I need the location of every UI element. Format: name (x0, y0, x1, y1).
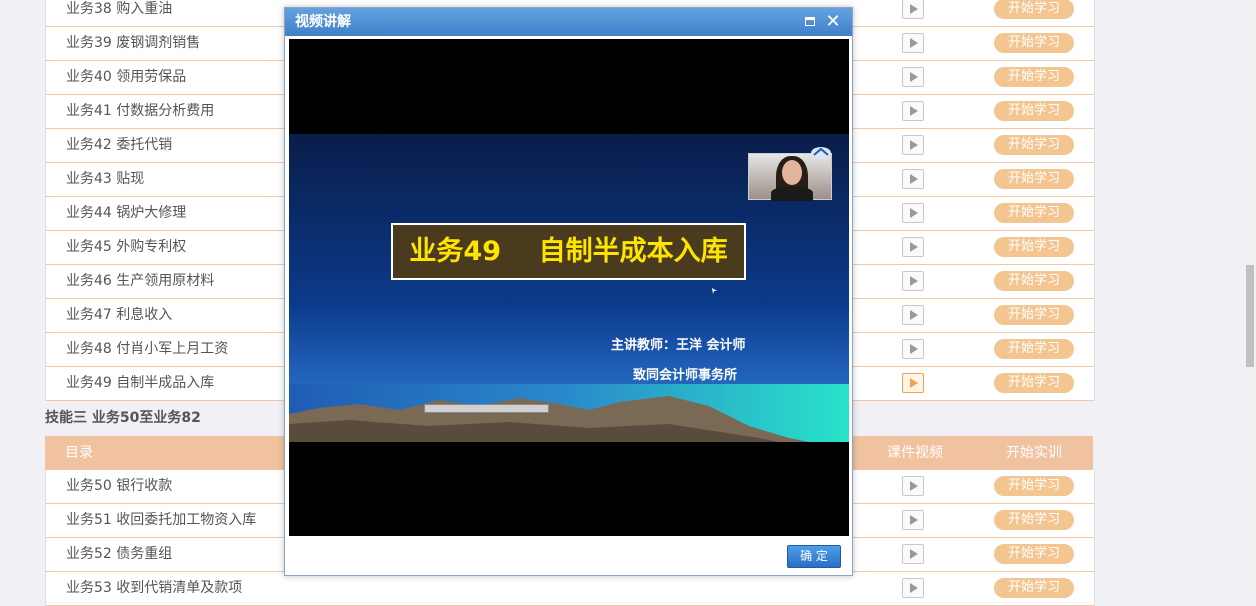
task-label: 业务48 付肖小军上月工资 (66, 341, 229, 357)
start-study-button[interactable]: 开始学习 (994, 476, 1074, 496)
task-label: 业务40 领用劳保品 (66, 69, 187, 85)
task-label: 业务45 外购专利权 (66, 239, 187, 255)
section-title: 技能三 业务50至业务82 (45, 410, 201, 426)
presenter-face (782, 160, 802, 185)
play-video-icon[interactable] (902, 578, 924, 598)
start-study-button[interactable]: 开始学习 (994, 67, 1074, 87)
task-label: 业务38 购入重油 (66, 1, 173, 17)
task-label: 业务39 废钢调剂销售 (66, 35, 201, 51)
play-video-icon[interactable] (902, 169, 924, 189)
confirm-button[interactable]: 确 定 (787, 545, 841, 568)
play-video-icon[interactable] (902, 271, 924, 291)
task-label: 业务49 自制半成品入库 (66, 375, 215, 391)
play-video-icon[interactable] (902, 373, 924, 393)
play-video-icon[interactable] (902, 476, 924, 496)
start-study-button[interactable]: 开始学习 (994, 237, 1074, 257)
task-label: 业务46 生产领用原材料 (66, 273, 215, 289)
task-label: 业务51 收回委托加工物资入库 (66, 512, 257, 528)
presenter-body (771, 187, 813, 201)
slide-firm: 致同会计师事务所 (633, 368, 738, 383)
task-label: 业务50 银行收款 (66, 478, 173, 494)
start-study-button[interactable]: 开始学习 (994, 203, 1074, 223)
page-scrollbar[interactable] (1244, 0, 1256, 590)
mouse-cursor-icon (712, 288, 717, 294)
scrollbar-thumb[interactable] (1246, 265, 1254, 367)
play-video-icon[interactable] (902, 237, 924, 257)
start-study-button[interactable]: 开始学习 (994, 339, 1074, 359)
slide-title: 业务49 自制半成本入库 (391, 223, 746, 280)
close-icon[interactable]: ✕ (823, 10, 843, 34)
dialog-titlebar[interactable]: 视频讲解 ✕ (285, 8, 852, 36)
start-study-button[interactable]: 开始学习 (994, 305, 1074, 325)
mini-toolbar (424, 404, 549, 413)
start-study-button[interactable]: 开始学习 (994, 578, 1074, 598)
task-label: 业务52 债务重组 (66, 546, 173, 562)
start-study-button[interactable]: 开始学习 (994, 169, 1074, 189)
table-row: 业务53 收到代销清单及款项 开始学习 (46, 572, 1094, 606)
task-label: 业务44 锅炉大修理 (66, 205, 187, 221)
task-label: 业务47 利息收入 (66, 307, 173, 323)
start-study-button[interactable]: 开始学习 (994, 544, 1074, 564)
presenter-webcam (748, 153, 832, 201)
header-video: 课件视频 (887, 445, 943, 461)
task-label: 业务53 收到代销清单及款项 (66, 580, 243, 596)
start-study-button[interactable]: 开始学习 (994, 271, 1074, 291)
play-video-icon[interactable] (902, 135, 924, 155)
video-dialog: 视频讲解 ✕ 业务49 自制半成本入库 主讲教师：王洋 会计师 致同会计师事务所 (284, 7, 853, 576)
task-label: 业务42 委托代销 (66, 137, 173, 153)
start-study-button[interactable]: 开始学习 (994, 33, 1074, 53)
play-video-icon[interactable] (902, 0, 924, 19)
play-video-icon[interactable] (902, 510, 924, 530)
logo-badge-icon (811, 147, 831, 159)
start-study-button[interactable]: 开始学习 (994, 373, 1074, 393)
task-label: 业务43 贴现 (66, 171, 145, 187)
header-practice: 开始实训 (1006, 445, 1062, 461)
start-study-button[interactable]: 开始学习 (994, 135, 1074, 155)
task-label: 业务41 付数据分析费用 (66, 103, 215, 119)
play-video-icon[interactable] (902, 339, 924, 359)
maximize-icon[interactable] (805, 17, 815, 26)
slide-teacher: 主讲教师：王洋 会计师 (611, 338, 746, 353)
play-video-icon[interactable] (902, 67, 924, 87)
start-study-button[interactable]: 开始学习 (994, 510, 1074, 530)
play-video-icon[interactable] (902, 101, 924, 121)
header-catalog: 目录 (65, 445, 93, 461)
start-study-button[interactable]: 开始学习 (994, 0, 1074, 19)
play-video-icon[interactable] (902, 33, 924, 53)
play-video-icon[interactable] (902, 544, 924, 564)
play-video-icon[interactable] (902, 203, 924, 223)
lecture-slide: 业务49 自制半成本入库 主讲教师：王洋 会计师 致同会计师事务所 (289, 134, 849, 442)
play-video-icon[interactable] (902, 305, 924, 325)
dialog-title: 视频讲解 (295, 14, 351, 30)
start-study-button[interactable]: 开始学习 (994, 101, 1074, 121)
video-player[interactable]: 业务49 自制半成本入库 主讲教师：王洋 会计师 致同会计师事务所 (289, 39, 849, 536)
